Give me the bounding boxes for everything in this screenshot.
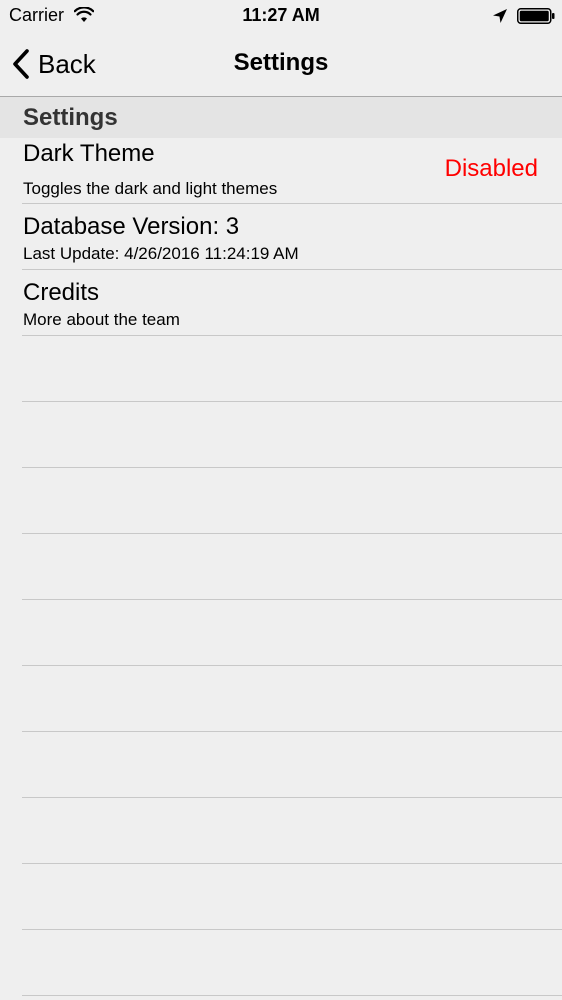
- credits-subtitle: More about the team: [23, 310, 180, 329]
- database-version-title: Database Version: 3: [23, 213, 240, 240]
- row-separator: [22, 335, 562, 336]
- status-time: 11:27 AM: [242, 5, 320, 25]
- back-button[interactable]: Back: [10, 46, 96, 82]
- credits-row[interactable]: Credits More about the team: [0, 270, 562, 336]
- empty-row-separator: [22, 929, 562, 930]
- dark-theme-row[interactable]: Dark Theme Toggles the dark and light th…: [0, 138, 562, 204]
- empty-row-separator: [22, 665, 562, 666]
- empty-row-separator: [22, 599, 562, 600]
- empty-row-separator: [22, 995, 562, 996]
- settings-screen: Carrier 11:27 AM Back Settings Settings: [0, 0, 562, 1000]
- empty-row-separator: [22, 731, 562, 732]
- empty-row-separator: [22, 533, 562, 534]
- empty-row-separator: [22, 467, 562, 468]
- dark-theme-title: Dark Theme: [23, 140, 155, 167]
- section-title: Settings: [23, 104, 118, 131]
- battery-icon: [517, 8, 555, 24]
- dark-theme-subtitle: Toggles the dark and light themes: [23, 179, 278, 198]
- credits-title: Credits: [23, 279, 100, 306]
- database-version-row[interactable]: Database Version: 3 Last Update: 4/26/20…: [0, 204, 562, 270]
- navigation-bar: Back Settings: [0, 32, 562, 96]
- back-label: Back: [38, 48, 96, 79]
- last-update-label: Last Update: 4/26/2016 11:24:19 AM: [23, 244, 299, 263]
- empty-row-separator: [22, 863, 562, 864]
- chevron-left-icon: [13, 49, 29, 79]
- location-arrow-icon: [493, 9, 507, 23]
- empty-row-separator: [22, 797, 562, 798]
- status-bar: Carrier 11:27 AM: [0, 0, 562, 32]
- dark-theme-status: Disabled: [444, 155, 538, 182]
- section-header: Settings: [0, 97, 562, 138]
- empty-row-separator: [22, 401, 562, 402]
